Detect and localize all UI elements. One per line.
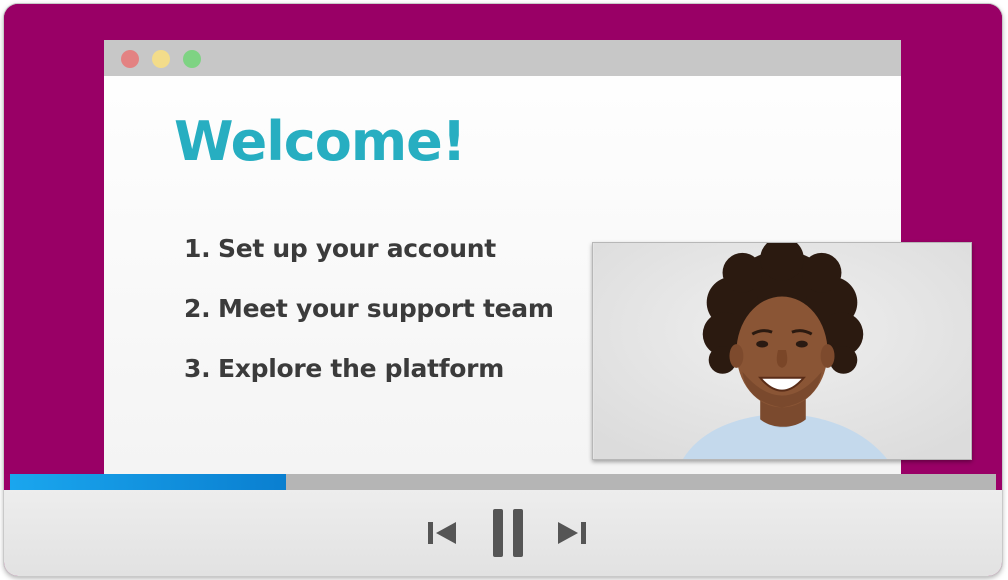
progress-bar[interactable] [10, 474, 996, 490]
agenda-item: 1. Set up your account [184, 218, 554, 278]
previous-button[interactable] [424, 490, 460, 576]
webcam-overlay [592, 242, 972, 460]
progress-fill [10, 474, 287, 490]
agenda-text: Explore the platform [218, 353, 504, 383]
agenda-number: 1. [184, 233, 211, 263]
pause-icon [493, 509, 523, 557]
pause-button[interactable] [488, 490, 528, 576]
agenda-item: 3. Explore the platform [184, 338, 554, 398]
window-title-bar [104, 40, 901, 76]
slide-title: Welcome! [174, 110, 466, 173]
video-stage: Welcome! 1. Set up your account 2. Meet … [4, 4, 1002, 474]
skip-previous-icon [428, 522, 456, 544]
skip-next-icon [558, 522, 586, 544]
agenda-item: 2. Meet your support team [184, 278, 554, 338]
video-player: Welcome! 1. Set up your account 2. Meet … [4, 4, 1002, 576]
agenda-text: Set up your account [218, 233, 496, 263]
playback-controls [4, 490, 1002, 576]
next-button[interactable] [554, 490, 590, 576]
agenda-number: 3. [184, 353, 211, 383]
agenda-list: 1. Set up your account 2. Meet your supp… [184, 218, 554, 398]
presenter-avatar [593, 243, 971, 459]
agenda-number: 2. [184, 293, 211, 323]
maximize-dot-icon [183, 50, 201, 68]
minimize-dot-icon [152, 50, 170, 68]
close-dot-icon [121, 50, 139, 68]
agenda-text: Meet your support team [218, 293, 554, 323]
